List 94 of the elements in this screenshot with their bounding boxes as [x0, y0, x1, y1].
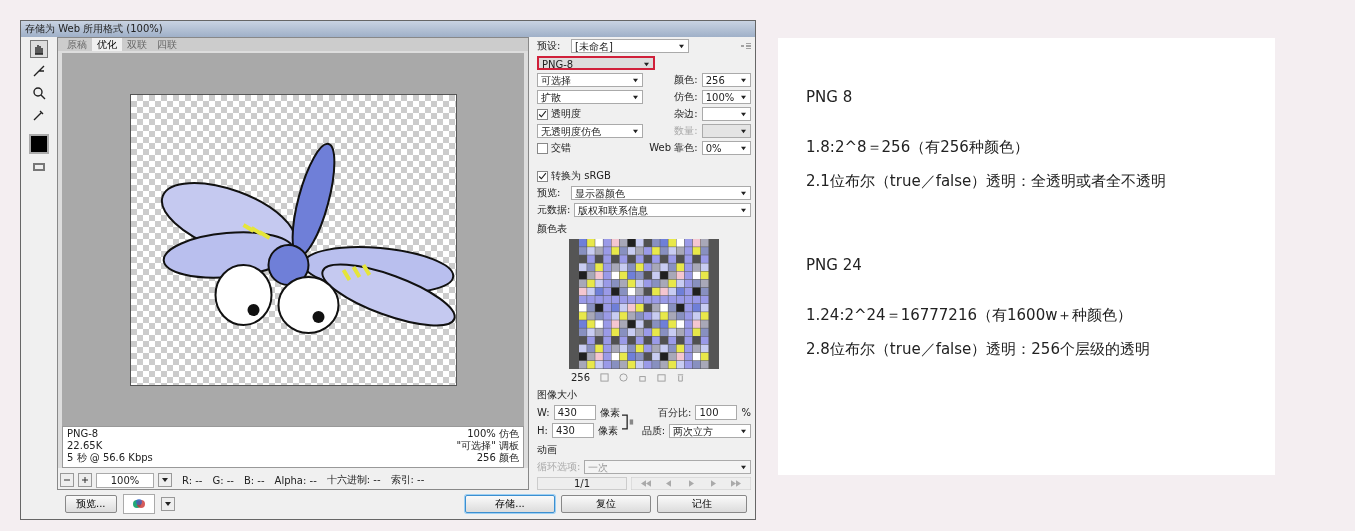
format-dropdown[interactable]: PNG-8 [537, 56, 655, 70]
dither-dropdown[interactable]: 扩散 [537, 90, 643, 104]
interlaced-label: 交错 [551, 141, 571, 155]
quality-dropdown[interactable]: 两次立方 [669, 423, 751, 438]
color-readout: R: -- [182, 474, 203, 486]
animation-title: 动画 [537, 443, 557, 457]
caret-icon [740, 95, 747, 100]
preview-button[interactable]: 预览... [65, 495, 117, 513]
panel-menu-icon[interactable] [741, 43, 751, 49]
transparency-label: 透明度 [551, 107, 581, 121]
optimized-info-text: 22.65K [67, 440, 104, 452]
width-field[interactable]: 430 [553, 405, 596, 420]
caret-icon [631, 129, 639, 134]
unit-label: 像素 [597, 423, 618, 438]
optimized-info-text: "可选择" 调板 [456, 440, 519, 452]
color-readout: G: -- [212, 474, 234, 486]
caret-icon [740, 208, 747, 213]
color-table-title: 颜色表 [537, 222, 567, 236]
optimized-info-text: 100% 仿色 [467, 428, 519, 440]
optimized-info-text: 5 秒 @ 56.6 Kbps [67, 452, 153, 464]
playback-controls-icon[interactable] [631, 477, 751, 490]
plus-icon [81, 476, 89, 484]
preview-label: 预览: [537, 186, 562, 200]
height-field[interactable]: 430 [551, 423, 594, 438]
transparency-checkbox[interactable] [537, 108, 548, 120]
optimized-info-text: 256 颜色 [476, 452, 519, 464]
color-count: 256 [571, 372, 591, 383]
web-snap-field[interactable]: 0% [701, 141, 751, 155]
image-size-title: 图像大小 [537, 388, 577, 402]
preset-dropdown[interactable]: [未命名] [571, 39, 689, 53]
caret-icon [740, 428, 747, 434]
slide-text: 2.8位布尔（true／false）透明：256个层级的透明 [806, 340, 1151, 359]
save-button[interactable]: 存储... [465, 495, 555, 513]
browser-icon[interactable] [131, 497, 146, 511]
remember-button[interactable]: 记住 [657, 495, 747, 513]
metadata-dropdown[interactable]: 版权和联系信息 [574, 203, 751, 217]
window-title: 存储为 Web 所用格式 (100%) [21, 21, 755, 37]
quality-label: 品质: [641, 423, 665, 438]
dither-field[interactable]: 100% [701, 90, 751, 104]
zoom-dropdown-button[interactable] [158, 473, 172, 487]
percent-unit: % [741, 407, 751, 418]
caret-icon [678, 44, 685, 49]
percent-label: 百分比: [658, 405, 692, 420]
percent-field[interactable]: 100 [695, 405, 738, 420]
frame-counter: 1/1 [537, 477, 627, 490]
color-readout: 索引: -- [390, 473, 425, 487]
amount-field[interactable] [701, 124, 751, 138]
caret-icon [740, 191, 747, 196]
metadata-label: 元数据: [537, 203, 571, 217]
browser-dropdown-button[interactable] [160, 497, 175, 511]
width-label: W: [537, 407, 550, 418]
web-snap-label: Web 靠色: [648, 141, 698, 155]
color-readout: B: -- [243, 474, 265, 486]
reduction-dropdown[interactable]: 可选择 [537, 73, 643, 87]
caret-icon [643, 62, 650, 67]
colors-label: 颜色: [673, 73, 698, 87]
caret-icon [740, 146, 747, 151]
unit-label: 像素 [599, 405, 620, 420]
caret-icon [740, 78, 747, 83]
matte-label: 杂边: [673, 107, 698, 121]
caret-icon [631, 95, 639, 100]
view-tab[interactable]: 优化 [92, 38, 122, 51]
slide-heading: PNG 8 [806, 88, 854, 106]
preset-label: 预设: [537, 39, 562, 53]
srgb-label: 转换为 sRGB [551, 169, 611, 183]
zoom-in-button[interactable] [78, 473, 92, 487]
reset-button[interactable]: 复位 [561, 495, 651, 513]
caret-icon [161, 476, 169, 484]
slide-text: 2.1位布尔（true／false）透明：全透明或者全不透明 [806, 172, 1168, 191]
amount-label: 数量: [673, 124, 698, 138]
color-swatch[interactable] [29, 134, 49, 154]
optimized-info-text: PNG-8 [67, 428, 100, 440]
zoom-out-button[interactable] [60, 473, 74, 487]
zoom-level-field[interactable]: 100% [96, 472, 154, 488]
matte-dropdown[interactable] [701, 107, 751, 121]
caret-icon [740, 129, 747, 134]
slide-text: 1.8:2^8＝256（有256种颜色） [806, 138, 1030, 157]
color-readout: Alpha: -- [274, 474, 317, 486]
zoom-tool-icon[interactable] [30, 84, 48, 102]
preview-dropdown[interactable]: 显示器颜色 [571, 186, 751, 200]
caret-icon [631, 78, 639, 83]
interlaced-checkbox[interactable] [537, 142, 548, 154]
slide-heading: PNG 24 [806, 256, 863, 274]
transparency-dither-dropdown[interactable]: 无透明度仿色 [537, 124, 643, 138]
colors-dropdown[interactable]: 256 [701, 73, 751, 87]
height-label: H: [537, 425, 548, 436]
caret-icon [163, 500, 172, 508]
caret-icon [740, 465, 747, 470]
caret-icon [740, 112, 747, 117]
srgb-checkbox[interactable] [537, 170, 548, 182]
slide-text: 1.24:2^24＝16777216（有1600w＋种颜色） [806, 306, 1134, 325]
minus-icon [63, 476, 71, 484]
color-readout: 十六进制: -- [326, 473, 381, 487]
dither-label: 仿色: [673, 90, 698, 104]
